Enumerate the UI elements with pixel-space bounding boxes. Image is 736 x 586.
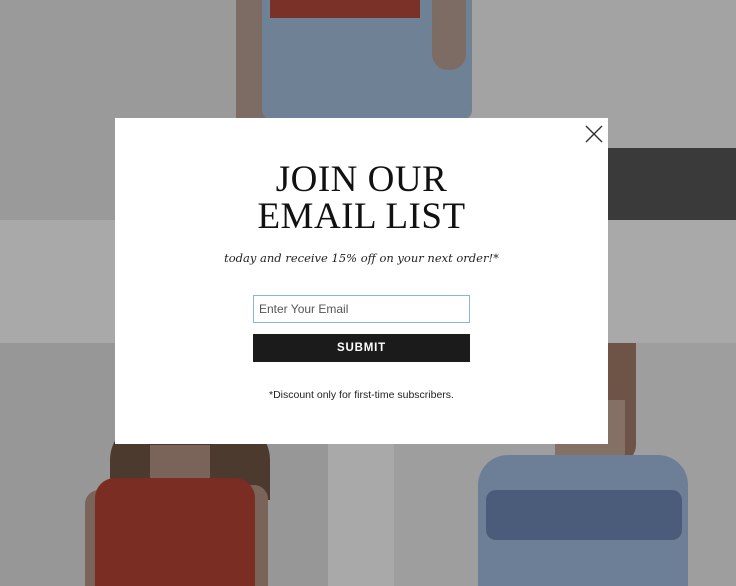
close-icon[interactable] xyxy=(584,124,604,144)
headline-line-1: JOIN OUR xyxy=(275,159,448,200)
discount-offer-text: today and receive 15% off on your next o… xyxy=(224,251,499,265)
red-pleated-top xyxy=(95,478,255,586)
headline-line-2: EMAIL LIST xyxy=(257,196,466,237)
model-hand xyxy=(432,0,466,70)
red-top-hem xyxy=(270,0,420,18)
email-signup-modal: JOIN OUR EMAIL LIST today and receive 15… xyxy=(115,118,608,444)
floor-shadow xyxy=(607,148,736,220)
embroidery-pattern xyxy=(486,490,682,540)
disclaimer-text: *Discount only for first-time subscriber… xyxy=(269,389,454,401)
email-input[interactable] xyxy=(253,295,470,323)
modal-headline: JOIN OUR EMAIL LIST xyxy=(115,161,608,235)
submit-button[interactable]: SUBMIT xyxy=(253,334,470,362)
